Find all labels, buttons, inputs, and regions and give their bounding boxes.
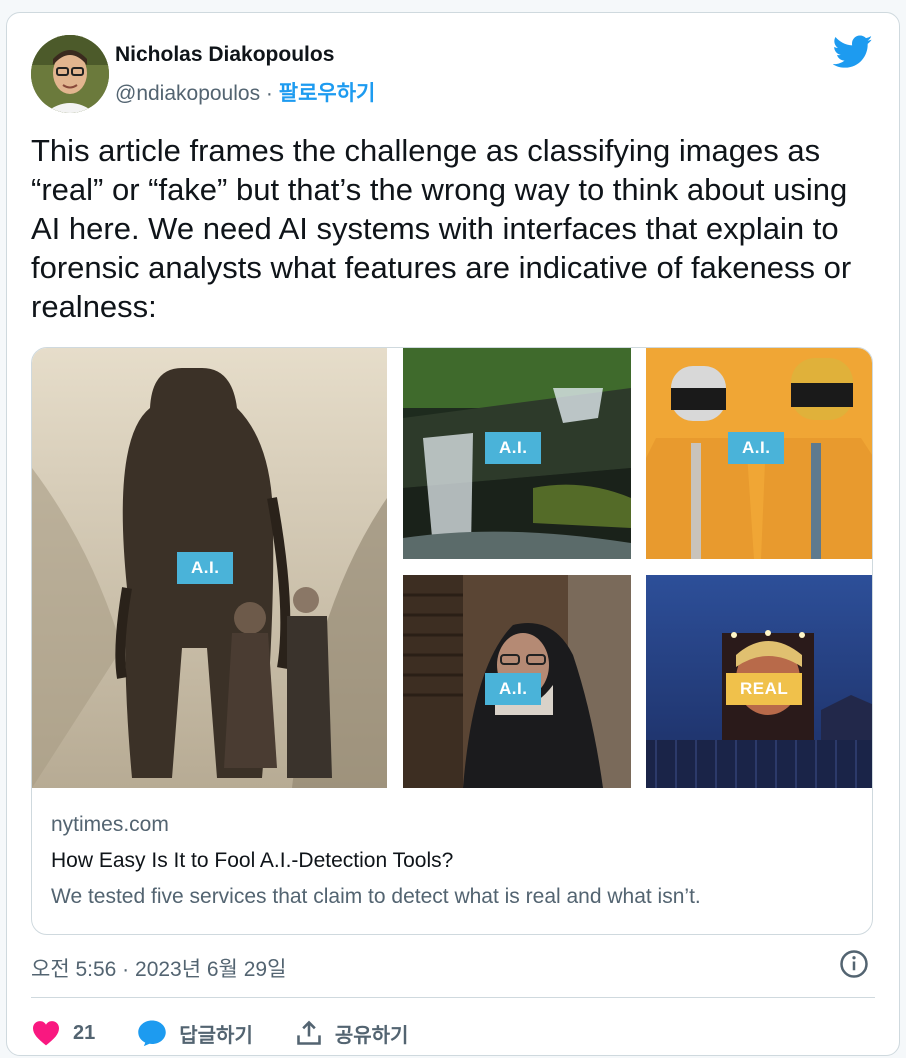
- tag-ai-waterfall: A.I.: [485, 432, 542, 464]
- handle-row: @ndiakopoulos · 팔로우하기: [115, 77, 375, 107]
- link-card[interactable]: A.I. A.I. A.I. A.I. REAL: [31, 347, 873, 935]
- share-icon: [297, 1020, 321, 1045]
- heart-icon: [33, 1021, 59, 1046]
- link-domain[interactable]: nytimes.com: [51, 813, 169, 837]
- link-description: We tested five services that claim to de…: [51, 885, 701, 908]
- action-bar: 21 답글하기 공유하기: [31, 1013, 450, 1053]
- like-count: 21: [73, 1021, 96, 1044]
- tweet-text: This article frames the challenge as cla…: [31, 133, 852, 324]
- share-button[interactable]: 공유하기: [295, 1019, 409, 1048]
- reply-label: 답글하기: [179, 1024, 253, 1047]
- reply-bubble-icon: [138, 1020, 166, 1047]
- image-bigfoot[interactable]: A.I.: [32, 348, 387, 788]
- share-label: 공유하기: [334, 1024, 409, 1047]
- tweet-card: Nicholas Diakopoulos @ndiakopoulos · 팔로우…: [6, 12, 900, 1056]
- tag-real-billboard: REAL: [726, 673, 803, 705]
- link-title[interactable]: How Easy Is It to Fool A.I.-Detection To…: [51, 849, 453, 873]
- user-handle[interactable]: @ndiakopoulos: [115, 82, 260, 105]
- tag-ai-helmets: A.I.: [728, 432, 785, 464]
- tag-ai-bigfoot: A.I.: [177, 552, 234, 584]
- separator: ·: [260, 82, 279, 105]
- twitter-bird-icon[interactable]: [833, 35, 873, 69]
- timestamp[interactable]: 오전 5:56 · 2023년 6월 29일: [31, 953, 286, 983]
- like-button[interactable]: 21: [31, 1020, 95, 1046]
- divider: [31, 997, 875, 998]
- image-billboard[interactable]: REAL: [646, 575, 872, 788]
- user-name[interactable]: Nicholas Diakopoulos: [115, 43, 334, 67]
- image-nun[interactable]: A.I.: [403, 575, 631, 788]
- image-waterfall[interactable]: A.I.: [403, 348, 631, 559]
- image-helmets[interactable]: A.I.: [646, 348, 872, 559]
- info-icon[interactable]: [839, 949, 869, 979]
- follow-button[interactable]: 팔로우하기: [279, 82, 376, 105]
- tag-ai-nun: A.I.: [485, 673, 542, 705]
- avatar[interactable]: [31, 35, 109, 113]
- reply-button[interactable]: 답글하기: [137, 1019, 253, 1048]
